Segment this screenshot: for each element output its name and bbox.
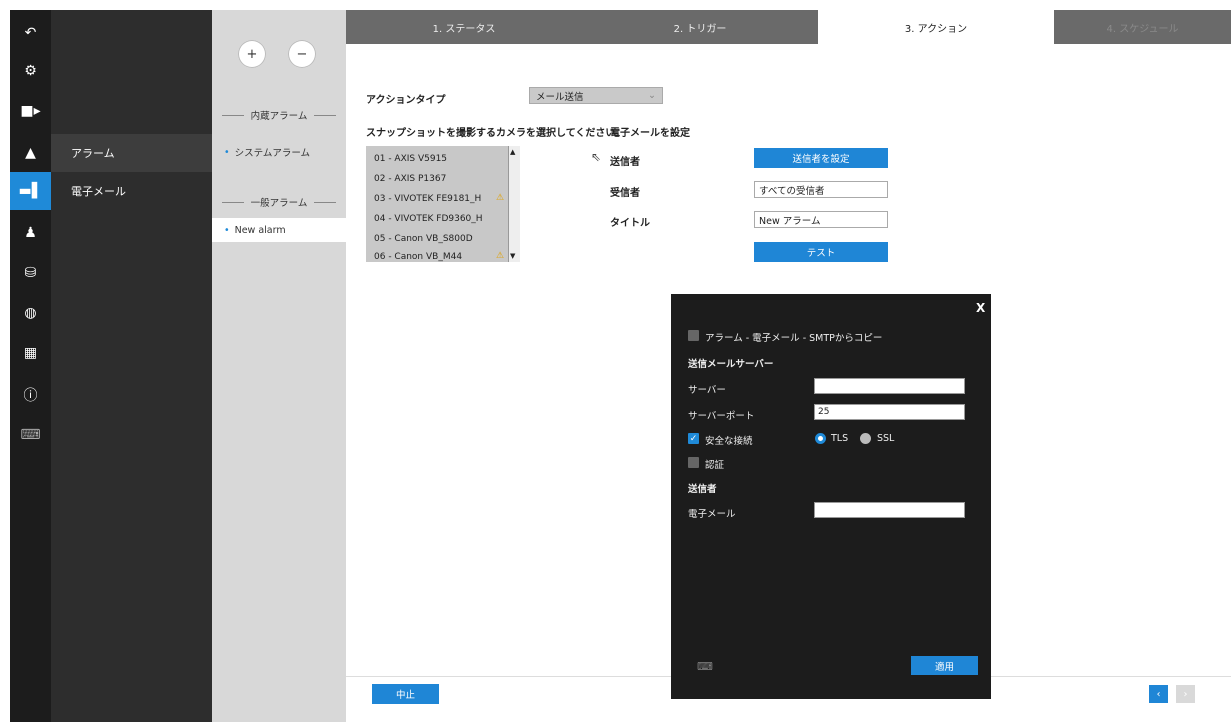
server-field[interactable]	[814, 378, 965, 394]
camera-icon[interactable]: ■▸	[10, 92, 51, 130]
email-label: 電子メール	[688, 509, 736, 520]
wizard-steps: 1. ステータス 2. トリガー 3. アクション 4. スケジュール	[346, 10, 1231, 44]
alarm-list: + − 内蔵アラーム • システムアラーム 一般アラーム • New alarm	[212, 10, 346, 722]
list-item-new-alarm[interactable]: • New alarm	[212, 218, 346, 242]
copy-smtp-label: アラーム - 電子メール - SMTPからコピー	[705, 333, 883, 344]
next-icon[interactable]: ›	[1176, 685, 1195, 703]
bullet-icon: •	[224, 224, 230, 236]
menu-item-label: アラーム	[71, 147, 115, 160]
alarm-bell-icon[interactable]: ▲	[10, 134, 51, 172]
menu-column: アラーム 電子メール	[51, 10, 212, 722]
ssl-radio[interactable]	[860, 433, 871, 444]
chevron-down-icon: ⌄	[648, 90, 656, 101]
keyboard-icon[interactable]: ⌨	[10, 416, 51, 454]
camera-item[interactable]: 05 - Canon VB_S800D	[374, 234, 473, 244]
server-label: サーバー	[688, 385, 726, 396]
tls-radio[interactable]	[815, 433, 826, 444]
keyboard-icon[interactable]: ⌨	[697, 660, 713, 673]
camera-item[interactable]: 01 - AXIS V5915	[374, 154, 447, 164]
camera-item[interactable]: 04 - VIVOTEK FD9360_H	[374, 214, 483, 224]
set-sender-button[interactable]: 送信者を設定	[754, 148, 888, 168]
camera-item[interactable]: 02 - AXIS P1367	[374, 174, 446, 184]
secure-connection-checkbox[interactable]: ✓	[688, 433, 699, 444]
sender-section-label: 送信者	[688, 484, 717, 495]
warning-icon: ⚠	[496, 251, 505, 261]
list-item-label: システムアラーム	[234, 148, 311, 159]
copy-smtp-checkbox[interactable]	[688, 330, 699, 341]
back-icon[interactable]: ↶	[10, 14, 51, 52]
general-alarm-header: 一般アラーム	[222, 195, 336, 209]
gear-icon[interactable]: ⚙	[10, 52, 51, 90]
menu-item-email[interactable]: 電子メール	[51, 172, 212, 210]
server-port-label: サーバーポート	[688, 411, 755, 422]
globe-icon[interactable]: ◍	[10, 294, 51, 332]
grid-icon[interactable]: ▦	[10, 334, 51, 372]
smtp-dialog: X アラーム - 電子メール - SMTPからコピー 送信メールサーバー サーバ…	[671, 294, 991, 699]
email-settings-header: 電子メールを設定	[610, 128, 690, 139]
remove-alarm-button[interactable]: −	[288, 40, 316, 68]
auth-checkbox[interactable]	[688, 457, 699, 468]
menu-item-label: 電子メール	[71, 185, 126, 198]
database-icon[interactable]: ⛁	[10, 254, 51, 292]
step-trigger[interactable]: 2. トリガー	[582, 10, 818, 44]
title-field[interactable]: New アラーム	[754, 211, 888, 228]
test-button[interactable]: テスト	[754, 242, 888, 262]
action-type-label: アクションタイプ	[366, 95, 446, 106]
previous-icon[interactable]: ‹	[1149, 685, 1168, 703]
camera-list-scrollbar[interactable]: ▲ ▼	[508, 146, 520, 262]
warning-icon: ⚠	[496, 193, 505, 203]
sender-label: 送信者	[610, 157, 640, 168]
bullet-icon: •	[224, 146, 230, 158]
camera-select-prompt: スナップショットを撮影するカメラを選択してください	[366, 128, 616, 139]
tls-label: TLS	[831, 433, 849, 444]
step-schedule[interactable]: 4. スケジュール	[1054, 10, 1231, 44]
builtin-alarm-header: 内蔵アラーム	[222, 108, 336, 122]
action-type-value: メール送信	[536, 91, 584, 103]
camera-item[interactable]: 03 - VIVOTEK FE9181_H	[374, 194, 481, 204]
auth-label: 認証	[705, 460, 725, 471]
close-icon[interactable]: X	[976, 301, 985, 315]
info-icon[interactable]: ⓘ	[10, 376, 51, 414]
recipient-label: 受信者	[610, 188, 640, 199]
list-item-system-alarm[interactable]: • システムアラーム	[212, 140, 346, 164]
scroll-down-icon[interactable]: ▼	[510, 252, 515, 260]
recipient-field[interactable]: すべての受信者	[754, 181, 888, 198]
step-status[interactable]: 1. ステータス	[346, 10, 582, 44]
monitor-icon[interactable]: ▬▌	[10, 172, 51, 210]
email-field[interactable]	[814, 502, 965, 518]
user-icon[interactable]: ♟	[10, 214, 51, 252]
add-alarm-button[interactable]: +	[238, 40, 266, 68]
mouse-cursor-icon: ⇖	[591, 150, 602, 164]
menu-item-alarm[interactable]: アラーム	[51, 134, 212, 172]
action-type-select[interactable]: メール送信 ⌄	[529, 87, 663, 104]
camera-item[interactable]: 06 - Canon VB_M44	[374, 252, 462, 262]
title-label: タイトル	[610, 218, 650, 229]
apply-button[interactable]: 適用	[911, 656, 978, 675]
icon-rail: ↶ ⚙ ■▸ ▲ ▬▌ ♟ ⛁ ◍ ▦ ⓘ ⌨	[10, 10, 51, 722]
secure-connection-label: 安全な接続	[705, 436, 753, 447]
camera-list[interactable]: 01 - AXIS V5915 02 - AXIS P1367 03 - VIV…	[366, 146, 520, 262]
server-section-label: 送信メールサーバー	[688, 359, 774, 370]
list-item-label: New alarm	[234, 224, 286, 236]
cancel-button[interactable]: 中止	[372, 684, 439, 704]
ssl-label: SSL	[877, 433, 895, 444]
server-port-field[interactable]: 25	[814, 404, 965, 420]
scroll-up-icon[interactable]: ▲	[510, 148, 515, 156]
step-action[interactable]: 3. アクション	[818, 10, 1054, 44]
